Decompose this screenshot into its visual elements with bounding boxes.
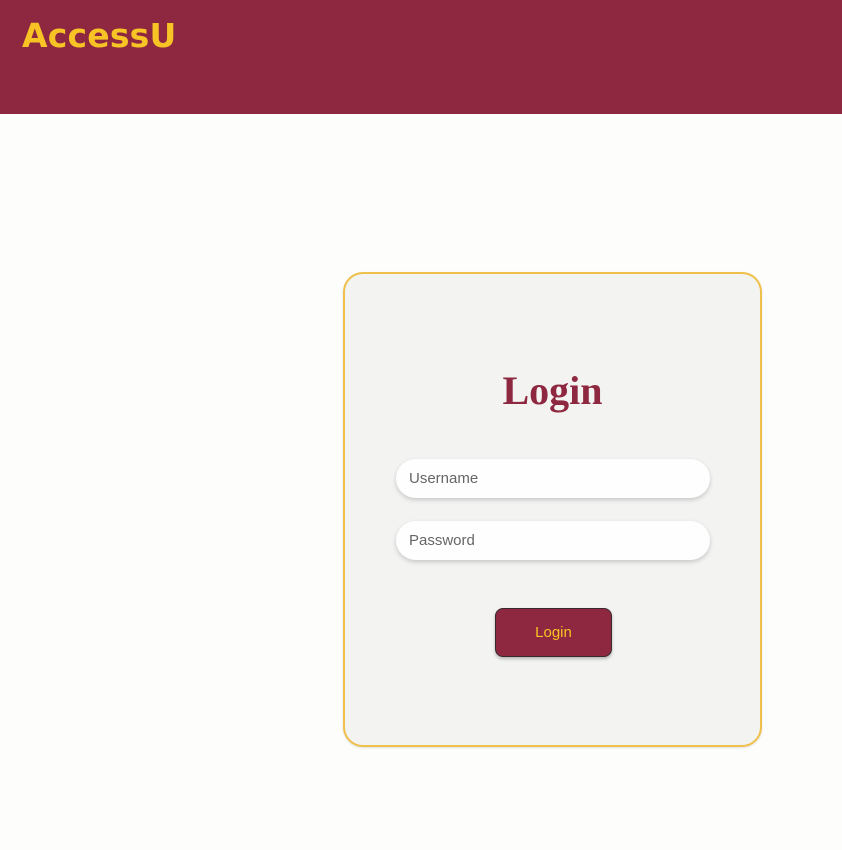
login-card: Login Login: [343, 272, 762, 747]
username-input[interactable]: [396, 459, 710, 498]
password-input[interactable]: [396, 521, 710, 560]
login-button[interactable]: Login: [495, 608, 612, 657]
login-title: Login: [502, 368, 603, 413]
top-header-bar: AccessU: [0, 0, 842, 114]
brand-logo-text: AccessU: [22, 16, 177, 55]
